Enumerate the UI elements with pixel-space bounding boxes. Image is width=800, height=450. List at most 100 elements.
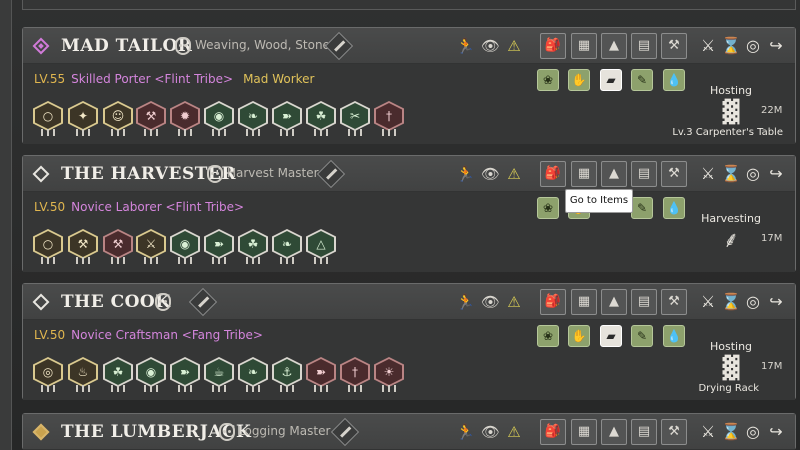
compass-icon[interactable]: ◎ <box>743 292 763 312</box>
skill-eye-icon[interactable]: ◉ <box>204 101 234 136</box>
card-header: THE HARVESTER Harvest Master 🏃 👁 ⚠ 🎒 ▦ ▲… <box>23 156 795 192</box>
logout-icon[interactable]: ↪ <box>766 164 786 184</box>
skill-torch-icon[interactable]: † <box>374 101 404 136</box>
hourglass-icon[interactable]: ⌛ <box>721 422 741 442</box>
id-card-icon[interactable]: ▤ <box>631 419 657 445</box>
id-card-icon[interactable]: ▤ <box>631 33 657 59</box>
skill-leaf-icon[interactable]: ❧ <box>238 101 268 136</box>
edit-name-button[interactable] <box>188 287 218 317</box>
crossed-swords-icon[interactable]: ⚔ <box>698 292 718 312</box>
trait-mask-icon <box>175 37 191 55</box>
logout-icon[interactable]: ↪ <box>766 422 786 442</box>
skill-sprout-icon[interactable]: ❧ <box>238 357 268 392</box>
warning-icon: ⚠ <box>507 293 521 311</box>
skill-sprout-icon[interactable]: ❧ <box>272 229 302 264</box>
skill-mask-icon[interactable]: ☺ <box>103 101 133 136</box>
pal-card-the-lumberjack: THE LUMBERJACK Logging Master 🏃 👁 ⚠ 🎒 ▦ … <box>22 413 796 450</box>
id-card-icon[interactable]: ▤ <box>631 161 657 187</box>
skill-golden-icon[interactable]: ○ <box>33 101 63 136</box>
card-body: LV.50 Novice Laborer <Flint Tribe> ○ ⚒ ⚒ … <box>23 192 795 272</box>
favorite-diamond-icon[interactable] <box>32 293 50 311</box>
crossed-swords-icon[interactable]: ⚔ <box>698 164 718 184</box>
skill-shield-icon[interactable]: △ <box>306 229 336 264</box>
skill-sun-icon[interactable]: ☀ <box>374 357 404 392</box>
pal-card-the-cook: THE COOK 🏃 👁 ⚠ 🎒 ▦ ▲ ▤ ⚒ ⚔ ⌛ ◎ ↪ LV.50 No… <box>22 283 796 400</box>
skill-plant-icon[interactable]: ☘ <box>306 101 336 136</box>
skill-knife-icon[interactable]: † <box>340 357 370 392</box>
skill-runner-icon[interactable]: ➽ <box>204 229 234 264</box>
favorite-diamond-icon[interactable] <box>32 37 50 55</box>
edit-name-button[interactable] <box>330 417 360 447</box>
skill-hammer-icon[interactable]: ⚒ <box>136 101 166 136</box>
skill-golden-icon[interactable]: ◎ <box>33 357 63 392</box>
anvil-icon[interactable]: ⚒ <box>661 289 687 315</box>
skill-pickaxe-icon[interactable]: ⚒ <box>68 229 98 264</box>
storage-icon[interactable]: ▦ <box>571 33 597 59</box>
suitability-handiwork-icon: ✋ <box>568 69 590 91</box>
skill-boot-icon[interactable]: ➽ <box>306 357 336 392</box>
drying-rack-icon: ▓ <box>722 356 740 381</box>
favorite-diamond-icon[interactable] <box>32 423 50 441</box>
id-card-icon[interactable]: ▤ <box>631 289 657 315</box>
skill-porter-icon[interactable]: ✦ <box>68 101 98 136</box>
favorite-diamond-icon[interactable] <box>32 165 50 183</box>
eye-slash-icon: 👁 <box>481 37 501 55</box>
crossed-swords-icon[interactable]: ⚔ <box>698 36 718 56</box>
suitability-kindling-icon: ❀ <box>537 197 559 219</box>
anvil-icon[interactable]: ⚒ <box>661 419 687 445</box>
storage-icon[interactable]: ▦ <box>571 289 597 315</box>
crossed-swords-icon[interactable]: ⚔ <box>698 422 718 442</box>
runner-icon: 🏃 <box>456 293 475 311</box>
eye-slash-icon: 👁 <box>481 165 501 183</box>
status-time: 17M <box>761 233 783 244</box>
pal-level: LV.50 <box>34 200 66 214</box>
card-body: LV.50 Novice Craftsman <Fang Tribe> ◎ ♨ ☘… <box>23 320 795 400</box>
storage-icon[interactable]: ▦ <box>571 419 597 445</box>
storage-icon[interactable]: ▦ <box>571 161 597 187</box>
logout-icon[interactable]: ↪ <box>766 36 786 56</box>
edit-name-button[interactable] <box>324 31 354 61</box>
skill-hook-icon[interactable]: ⚓ <box>272 357 302 392</box>
backpack-icon[interactable]: 🎒 <box>540 419 566 445</box>
skill-runner-icon[interactable]: ➽ <box>170 357 200 392</box>
suitability-gathering-icon: ✎ <box>631 197 653 219</box>
logout-icon[interactable]: ↪ <box>766 292 786 312</box>
skill-eye-icon[interactable]: ◉ <box>170 229 200 264</box>
skill-claw-icon[interactable]: ✂ <box>340 101 370 136</box>
skill-plant-icon[interactable]: ☘ <box>238 229 268 264</box>
hourglass-icon[interactable]: ⌛ <box>721 292 741 312</box>
triangle-icon[interactable]: ▲ <box>601 419 627 445</box>
hourglass-icon[interactable]: ⌛ <box>721 36 741 56</box>
triangle-icon[interactable]: ▲ <box>601 33 627 59</box>
compass-icon[interactable]: ◎ <box>743 422 763 442</box>
skill-golden-icon[interactable]: ○ <box>33 229 63 264</box>
triangle-icon[interactable]: ▲ <box>601 289 627 315</box>
compass-icon[interactable]: ◎ <box>743 164 763 184</box>
skill-runner-icon[interactable]: ➽ <box>272 101 302 136</box>
hourglass-icon[interactable]: ⌛ <box>721 164 741 184</box>
suitability-gathering-icon: ✎ <box>631 325 653 347</box>
skill-swords-icon[interactable]: ⚔ <box>136 229 166 264</box>
anvil-icon[interactable]: ⚒ <box>661 33 687 59</box>
level-line: LV.55 Skilled Porter <Flint Tribe> Mad Wor… <box>34 72 315 86</box>
backpack-icon[interactable]: 🎒 <box>540 289 566 315</box>
skill-plant-icon[interactable]: ☘ <box>103 357 133 392</box>
skill-star-icon[interactable]: ✹ <box>170 101 200 136</box>
skill-eye-icon[interactable]: ◉ <box>136 357 166 392</box>
runner-icon: 🏃 <box>456 423 475 441</box>
edit-name-button[interactable] <box>316 159 346 189</box>
anvil-icon[interactable]: ⚒ <box>661 161 687 187</box>
pal-name: MAD TAILOR <box>61 36 193 56</box>
backpack-icon[interactable]: 🎒 <box>540 161 566 187</box>
eye-slash-icon: 👁 <box>481 293 501 311</box>
compass-icon[interactable]: ◎ <box>743 36 763 56</box>
pal-rank: Mad Worker <box>243 72 315 86</box>
backpack-icon[interactable]: 🎒 <box>540 33 566 59</box>
skill-hammer-icon[interactable]: ⚒ <box>103 229 133 264</box>
triangle-icon[interactable]: ▲ <box>601 161 627 187</box>
skill-bowl-icon[interactable]: ♨ <box>68 357 98 392</box>
status-label: Harvesting <box>701 212 761 225</box>
pal-species: Novice Laborer <Flint Tribe> <box>71 200 245 214</box>
skill-pot-icon[interactable]: ☕ <box>204 357 234 392</box>
trait-mask-icon <box>155 293 171 311</box>
